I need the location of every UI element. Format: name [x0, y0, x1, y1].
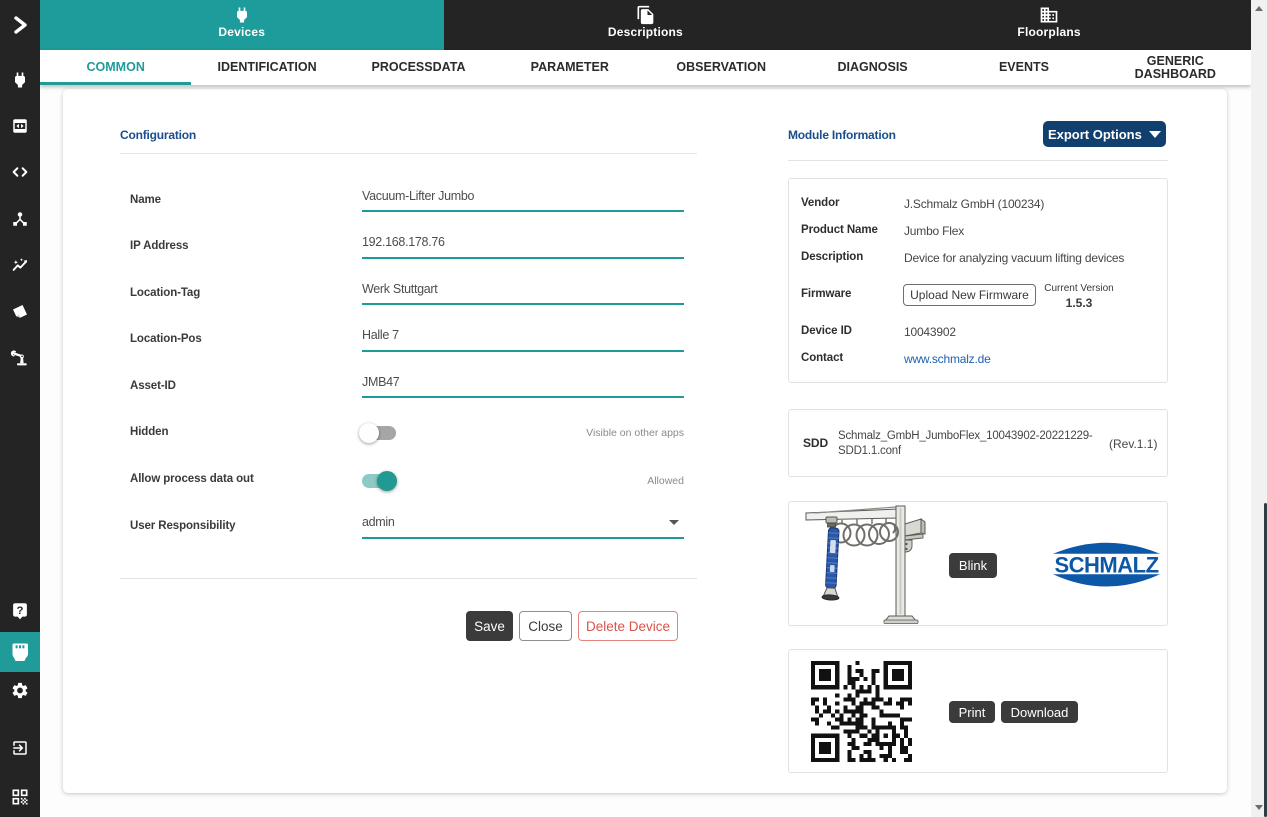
- svg-text:SCHMALZ: SCHMALZ: [1054, 553, 1158, 578]
- svg-text:?: ?: [17, 605, 24, 617]
